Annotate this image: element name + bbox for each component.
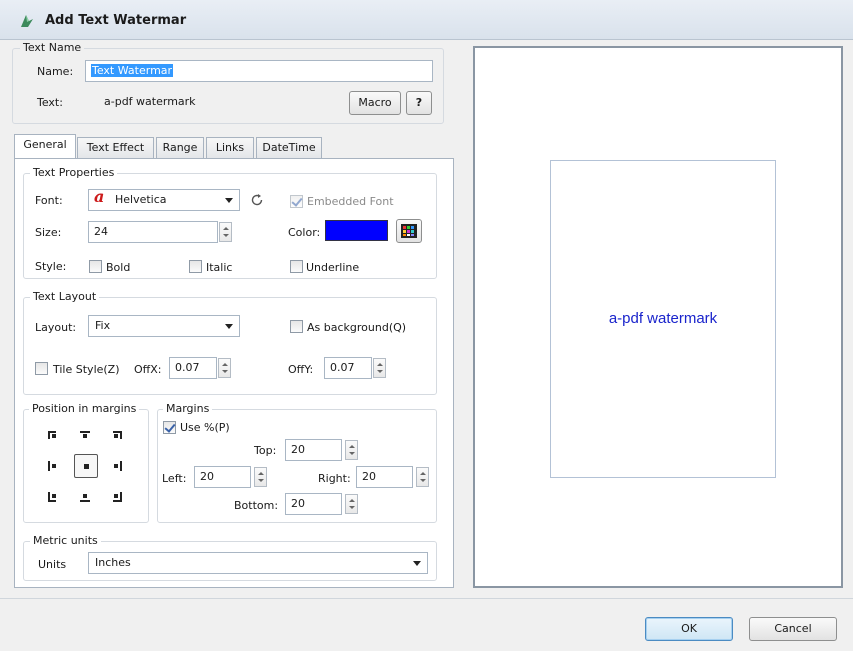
- position-bottom-left-button[interactable]: [47, 489, 63, 505]
- text-layout-group-label: Text Layout: [30, 290, 100, 303]
- bold-checkbox[interactable]: [89, 260, 102, 273]
- font-label: Font:: [35, 194, 63, 207]
- offy-stepper[interactable]: [373, 358, 386, 378]
- right-margin-input[interactable]: 20: [356, 466, 413, 488]
- layout-dropdown[interactable]: Fix: [88, 315, 240, 337]
- underline-checkbox[interactable]: [290, 260, 303, 273]
- metric-units-group-label: Metric units: [30, 534, 101, 547]
- position-bottom-right-button[interactable]: [108, 489, 124, 505]
- text-layout-group: [23, 297, 437, 395]
- text-label: Text:: [37, 96, 63, 109]
- bold-label: Bold: [106, 261, 131, 274]
- right-margin-stepper[interactable]: [416, 467, 429, 487]
- tab-links[interactable]: Links: [206, 137, 254, 158]
- top-margin-stepper[interactable]: [345, 440, 358, 460]
- as-background-label: As background(Q): [307, 321, 407, 334]
- name-input-value: Text Watermar: [91, 64, 174, 77]
- color-label: Color:: [288, 226, 321, 239]
- italic-checkbox[interactable]: [189, 260, 202, 273]
- tile-style-label: Tile Style(Z): [53, 363, 120, 376]
- text-input[interactable]: a-pdf watermark: [98, 91, 343, 113]
- preview-watermark-text: a-pdf watermark: [608, 310, 718, 327]
- font-icon: a: [94, 187, 105, 206]
- position-center-button[interactable]: [74, 454, 98, 478]
- tab-general[interactable]: General: [14, 134, 76, 159]
- right-margin-label: Right:: [318, 472, 351, 485]
- dialog-title: Add Text Watermar: [45, 13, 187, 28]
- bottom-margin-stepper[interactable]: [345, 494, 358, 514]
- layout-value: Fix: [95, 319, 111, 332]
- position-middle-left-button[interactable]: [47, 458, 63, 474]
- left-margin-input[interactable]: 20: [194, 466, 251, 488]
- position-top-right-button[interactable]: [108, 428, 124, 444]
- palette-icon: [401, 224, 417, 238]
- top-margin-label: Top:: [254, 444, 277, 457]
- app-icon: [21, 15, 33, 27]
- ok-button-label: OK: [681, 622, 697, 635]
- offx-label: OffX:: [134, 363, 162, 376]
- margins-group-label: Margins: [163, 402, 213, 415]
- size-input[interactable]: 24: [88, 221, 218, 243]
- use-percent-checkbox[interactable]: [163, 421, 176, 434]
- chevron-down-icon: [225, 324, 233, 329]
- size-stepper[interactable]: [219, 222, 232, 242]
- text-name-group-label: Text Name: [20, 41, 85, 54]
- tab-range[interactable]: Range: [156, 137, 204, 158]
- offy-label: OffY:: [288, 363, 314, 376]
- use-percent-label: Use %(P): [180, 421, 230, 434]
- position-bottom-center-button[interactable]: [78, 489, 94, 505]
- position-top-left-button[interactable]: [47, 428, 63, 444]
- italic-label: Italic: [206, 261, 233, 274]
- text-properties-group-label: Text Properties: [30, 166, 118, 179]
- bottom-margin-input[interactable]: 20: [285, 493, 342, 515]
- chevron-down-icon: [225, 198, 233, 203]
- color-swatch[interactable]: [325, 220, 388, 241]
- name-label: Name:: [37, 65, 74, 78]
- position-middle-right-button[interactable]: [108, 458, 124, 474]
- as-background-checkbox[interactable]: [290, 320, 303, 333]
- color-picker-button[interactable]: [396, 219, 422, 243]
- chevron-down-icon: [413, 561, 421, 566]
- help-button[interactable]: ?: [406, 91, 432, 115]
- title-bar: Add Text Watermar: [0, 0, 853, 40]
- offx-input[interactable]: 0.07: [169, 357, 217, 379]
- top-margin-input[interactable]: 20: [285, 439, 342, 461]
- layout-label: Layout:: [35, 321, 77, 334]
- font-dropdown[interactable]: a Helvetica: [88, 189, 240, 211]
- units-value: Inches: [95, 556, 131, 569]
- ok-button[interactable]: OK: [645, 617, 733, 641]
- tile-style-checkbox[interactable]: [35, 362, 48, 375]
- embedded-font-checkbox[interactable]: [290, 195, 303, 208]
- tab-text-effect[interactable]: Text Effect: [77, 137, 154, 158]
- bottom-margin-label: Bottom:: [234, 499, 279, 512]
- position-group-label: Position in margins: [29, 402, 140, 415]
- tab-datetime[interactable]: DateTime: [256, 137, 322, 158]
- position-top-center-button[interactable]: [78, 428, 94, 444]
- size-label: Size:: [35, 226, 62, 239]
- cancel-button-label: Cancel: [774, 622, 812, 635]
- left-margin-stepper[interactable]: [254, 467, 267, 487]
- offy-input[interactable]: 0.07: [324, 357, 372, 379]
- units-label: Units: [38, 558, 67, 571]
- style-label: Style:: [35, 260, 67, 273]
- name-input[interactable]: Text Watermar: [85, 60, 433, 82]
- left-margin-label: Left:: [162, 472, 187, 485]
- font-value: Helvetica: [115, 193, 167, 206]
- macro-button[interactable]: Macro: [349, 91, 401, 115]
- cancel-button[interactable]: Cancel: [749, 617, 837, 641]
- refresh-icon[interactable]: [250, 193, 264, 207]
- underline-label: Underline: [306, 261, 360, 274]
- offx-stepper[interactable]: [218, 358, 231, 378]
- units-dropdown[interactable]: Inches: [88, 552, 428, 574]
- embedded-font-label: Embedded Font: [307, 195, 394, 208]
